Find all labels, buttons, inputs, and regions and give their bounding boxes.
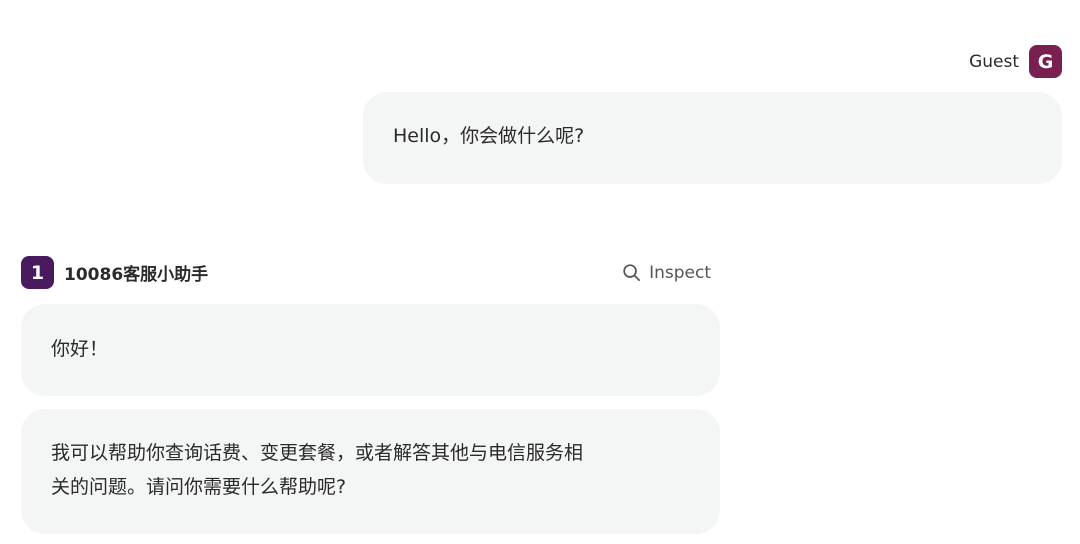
assistant-message-bubble: 你好！ <box>21 304 720 396</box>
assistant-message-line: 关的问题。请问你需要什么帮助呢? <box>51 476 347 498</box>
chat-page: Guest G Hello，你会做什么呢? 1 10086客服小助手 Inspe… <box>0 0 1080 544</box>
assistant-name: 10086客服小助手 <box>64 265 209 285</box>
user-avatar: G <box>1029 45 1062 78</box>
assistant-message-bubble: 我可以帮助你查询话费、变更套餐，或者解答其他与电信服务相 关的问题。请问你需要什… <box>21 409 720 534</box>
inspect-button[interactable]: Inspect <box>622 263 711 283</box>
user-name: Guest <box>969 51 1019 72</box>
user-message-text: Hello，你会做什么呢? <box>393 125 585 147</box>
assistant-avatar: 1 <box>21 256 54 289</box>
assistant-message-line: 你好！ <box>51 338 109 360</box>
search-icon <box>623 264 641 281</box>
inspect-label: Inspect <box>649 262 711 283</box>
assistant-header: 1 10086客服小助手 Inspect <box>21 256 721 289</box>
assistant-message-line: 我可以帮助你查询话费、变更套餐，或者解答其他与电信服务相 <box>51 442 584 464</box>
user-message-bubble: Hello，你会做什么呢? <box>363 92 1062 184</box>
user-header: Guest G <box>969 45 1062 78</box>
